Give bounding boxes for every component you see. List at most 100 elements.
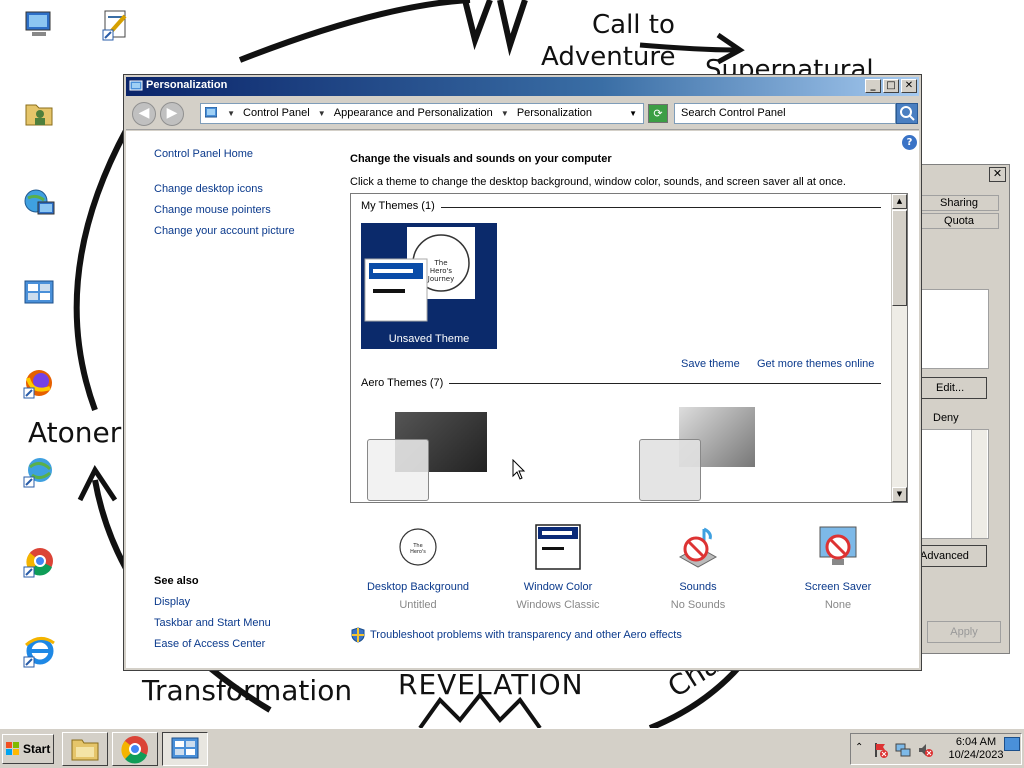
close-button[interactable]: ✕ <box>901 79 917 93</box>
forward-button[interactable]: ▶ <box>160 102 184 126</box>
windows-logo-icon <box>6 742 19 755</box>
unsaved-theme-tile[interactable]: The Hero's Journey Unsaved Theme <box>361 223 497 349</box>
ease-of-access-link[interactable]: Ease of Access Center <box>154 638 265 650</box>
document-shortcut-icon[interactable] <box>97 6 135 44</box>
theme-list[interactable]: My Themes (1) The Hero's Journey Unsaved… <box>350 193 908 503</box>
help-icon[interactable]: ? <box>902 135 917 150</box>
scroll-down-icon[interactable]: ▼ <box>892 487 907 502</box>
control-panel-home-link[interactable]: Control Panel Home <box>154 148 253 160</box>
taskbar-explorer-button[interactable] <box>62 732 108 766</box>
address-dropdown-icon[interactable]: ▼ <box>629 104 637 123</box>
desktop-background-icon: The Hero's <box>396 525 440 569</box>
wallpaper-label-revelation: REVELATION <box>398 668 584 701</box>
crumb-separator-icon[interactable]: ▼ <box>313 104 331 123</box>
tab-sharing[interactable]: Sharing <box>919 195 999 211</box>
edit-button[interactable]: Edit... <box>919 377 987 399</box>
window-color-value: Windows Classic <box>516 599 600 611</box>
title-bar[interactable]: Personalization _ □ ✕ <box>126 77 919 96</box>
wallpaper-label-transformation: Transformation <box>142 674 353 707</box>
theme-list-scrollbar[interactable]: ▲ ▼ <box>891 194 907 502</box>
scroll-thumb[interactable] <box>892 210 907 306</box>
show-hidden-icons-icon[interactable]: ⌃ <box>855 742 863 753</box>
breadcrumb-appearance[interactable]: Appearance and Personalization <box>334 104 493 123</box>
refresh-button[interactable]: ⟳ <box>648 104 668 123</box>
window-title: Personalization <box>146 79 228 91</box>
sounds-label[interactable]: Sounds <box>630 581 766 593</box>
desktop-background-value: Untitled <box>399 599 437 611</box>
search-button[interactable] <box>896 103 918 124</box>
desktop-background-label[interactable]: Desktop Background <box>350 581 486 593</box>
dialog-close-button[interactable]: ✕ <box>989 167 1006 182</box>
change-mouse-pointers-link[interactable]: Change mouse pointers <box>154 204 271 216</box>
control-panel-icon <box>171 737 199 759</box>
group-list[interactable] <box>919 289 989 369</box>
advanced-button-label: Advanced <box>920 550 969 562</box>
minimize-button[interactable]: _ <box>865 79 881 93</box>
taskbar-control-panel-button[interactable] <box>162 732 208 766</box>
control-panel-small-icon <box>201 104 219 123</box>
firefox-icon[interactable] <box>20 364 58 402</box>
change-desktop-icons-link[interactable]: Change desktop icons <box>154 183 263 195</box>
internet-shortcut-icon[interactable] <box>20 453 58 491</box>
window-color-label[interactable]: Window Color <box>490 581 626 593</box>
volume-muted-icon[interactable] <box>917 742 933 758</box>
maximize-button[interactable]: □ <box>883 79 899 93</box>
crumb-separator-icon[interactable]: ▼ <box>496 104 514 123</box>
screen-saver-icon <box>819 526 857 565</box>
apply-button[interactable]: Apply <box>927 621 1001 643</box>
network-icon[interactable] <box>20 184 58 222</box>
personalization-icon <box>129 80 143 91</box>
wallpaper-label-atonement: Atoner <box>28 416 122 449</box>
computer-icon[interactable] <box>20 6 58 44</box>
taskbar: Start ⌃ 6:04 AM 10/24/2023 <box>0 728 1024 768</box>
search-icon <box>900 106 915 121</box>
edit-button-label: Edit... <box>936 382 965 394</box>
aero-theme-windows7[interactable] <box>367 409 491 501</box>
sounds-icon <box>678 527 718 568</box>
clock-time: 6:04 AM <box>955 736 997 748</box>
chrome-icon[interactable] <box>20 543 58 581</box>
system-tray: ⌃ 6:04 AM 10/24/2023 <box>850 733 1022 765</box>
breadcrumb-control-panel[interactable]: Control Panel <box>243 104 310 123</box>
personalization-window: Personalization _ □ ✕ ◀ ▶ ▼ Control Pane… <box>123 74 922 671</box>
troubleshoot-link[interactable]: Troubleshoot problems with transparency … <box>370 629 682 641</box>
breadcrumb[interactable]: ▼ Control Panel ▼ Appearance and Persona… <box>200 103 644 124</box>
scroll-up-icon[interactable]: ▲ <box>892 194 907 209</box>
ie-icon[interactable] <box>20 633 58 671</box>
svg-text:Hero's: Hero's <box>430 267 453 275</box>
wallpaper-label-call: Call to <box>592 10 675 40</box>
clock[interactable]: 6:04 AM 10/24/2023 <box>943 736 1009 762</box>
window-color-icon <box>535 524 581 570</box>
explorer-icon <box>71 739 99 761</box>
svg-text:Hero's: Hero's <box>410 549 426 555</box>
display-link[interactable]: Display <box>154 596 190 608</box>
user-folder-icon[interactable] <box>20 95 58 133</box>
tab-quota[interactable]: Quota <box>919 213 999 229</box>
back-button[interactable]: ◀ <box>132 102 156 126</box>
aero-theme-architecture[interactable] <box>639 407 763 501</box>
breadcrumb-personalization[interactable]: Personalization <box>517 104 592 123</box>
network-status-icon[interactable] <box>895 742 911 758</box>
advanced-button[interactable]: Advanced <box>919 545 987 567</box>
taskbar-chrome-button[interactable] <box>112 732 158 766</box>
mouse-cursor-icon <box>512 459 526 480</box>
screen-saver-label[interactable]: Screen Saver <box>770 581 906 593</box>
search-input[interactable]: Search Control Panel <box>674 103 896 124</box>
theme-components: The Hero's Desktop Background Untitled W… <box>350 523 908 613</box>
architecture-color-swatch <box>639 439 701 501</box>
svg-text:The: The <box>433 259 447 267</box>
deny-label: Deny <box>933 412 959 424</box>
get-more-themes-link[interactable]: Get more themes online <box>757 358 874 370</box>
aero-themes-title: Aero Themes (7) <box>361 377 450 389</box>
save-theme-link[interactable]: Save theme <box>681 358 740 370</box>
clock-date: 10/24/2023 <box>948 749 1004 761</box>
permissions-scrollbar[interactable] <box>971 430 987 538</box>
action-center-icon[interactable] <box>873 742 889 758</box>
show-desktop-icon[interactable] <box>1004 737 1020 751</box>
control-panel-icon[interactable] <box>20 274 58 312</box>
crumb-separator-icon[interactable]: ▼ <box>222 104 240 123</box>
svg-text:Journey: Journey <box>427 275 454 283</box>
taskbar-start-menu-link[interactable]: Taskbar and Start Menu <box>154 617 271 629</box>
change-account-picture-link[interactable]: Change your account picture <box>154 225 295 237</box>
start-button[interactable]: Start <box>2 734 54 764</box>
